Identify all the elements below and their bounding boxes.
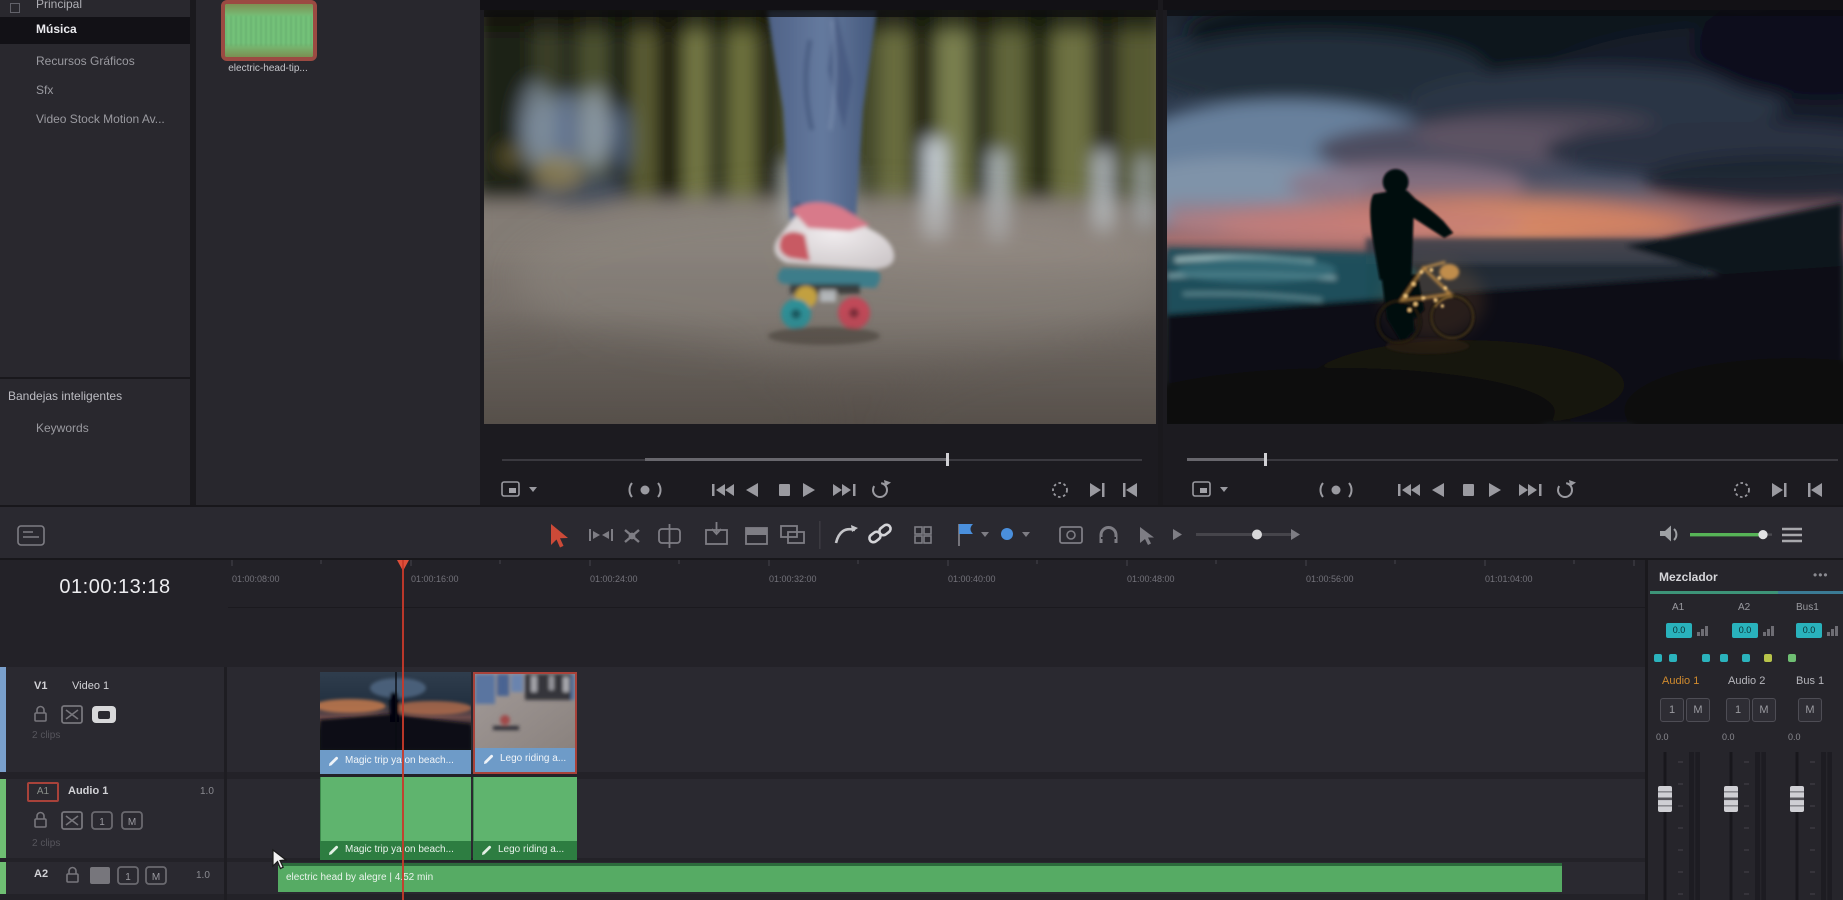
svg-text:1: 1: [99, 817, 105, 828]
svg-text:M: M: [128, 817, 136, 828]
svg-text:1: 1: [125, 872, 131, 883]
svg-text:M: M: [152, 872, 160, 883]
